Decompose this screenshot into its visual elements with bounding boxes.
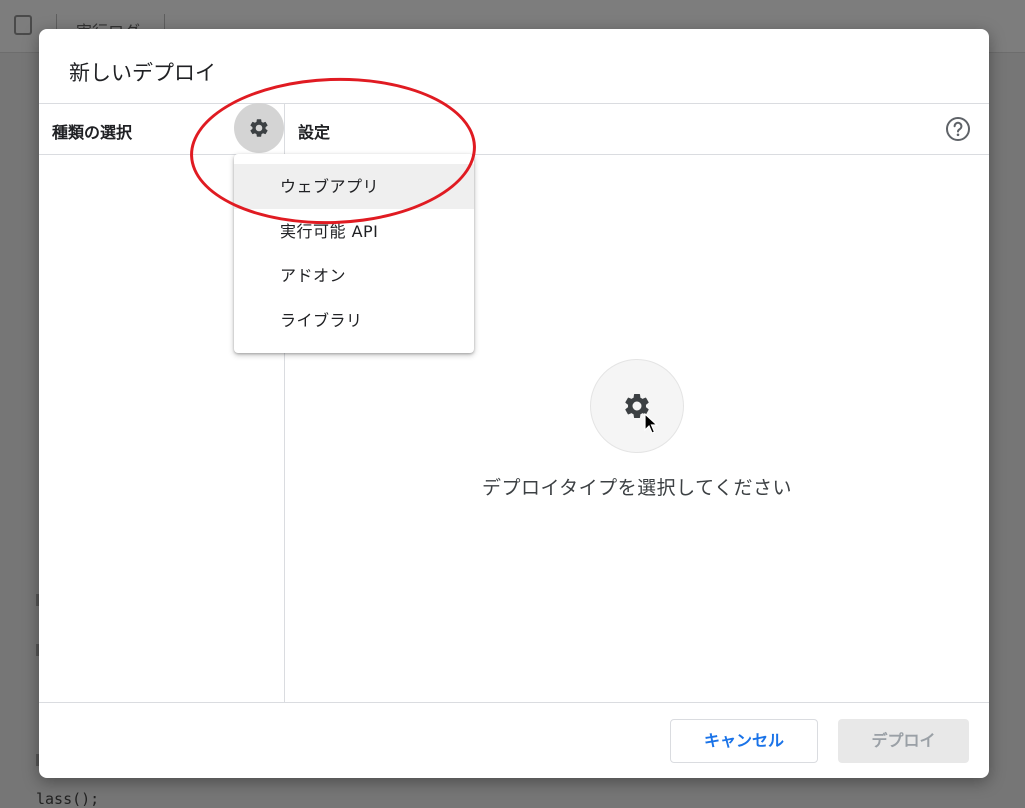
deployment-type-menu: ウェブアプリ 実行可能 API アドオン ライブラリ xyxy=(234,154,474,353)
menu-item-api-executable[interactable]: 実行可能 API xyxy=(234,209,474,254)
dialog-title: 新しいデプロイ xyxy=(69,61,216,85)
gear-icon xyxy=(250,119,268,137)
menu-item-web-app[interactable]: ウェブアプリ xyxy=(234,164,474,209)
menu-item-add-on[interactable]: アドオン xyxy=(234,253,474,298)
menu-item-library[interactable]: ライブラリ xyxy=(234,298,474,343)
divider xyxy=(39,103,989,104)
settings-label: 設定 xyxy=(298,123,331,142)
deploy-button[interactable]: デプロイ xyxy=(838,719,969,763)
code-line: lass(); xyxy=(36,790,100,808)
cancel-button[interactable]: キャンセル xyxy=(670,719,818,763)
help-circle-icon xyxy=(946,117,970,141)
help-button[interactable] xyxy=(945,116,971,142)
empty-state-message: デプロイタイプを選択してください xyxy=(481,477,793,499)
divider xyxy=(39,154,989,155)
empty-state-icon-circle xyxy=(590,359,684,453)
select-type-button[interactable] xyxy=(234,103,284,153)
save-icon[interactable] xyxy=(14,15,32,35)
mouse-cursor-icon xyxy=(644,413,659,434)
type-select-label: 種類の選択 xyxy=(52,123,133,142)
new-deployment-dialog: 新しいデプロイ 種類の選択 設定 ウェブアプリ 実行可能 API アドオン ライ… xyxy=(39,29,989,778)
divider xyxy=(39,702,989,703)
